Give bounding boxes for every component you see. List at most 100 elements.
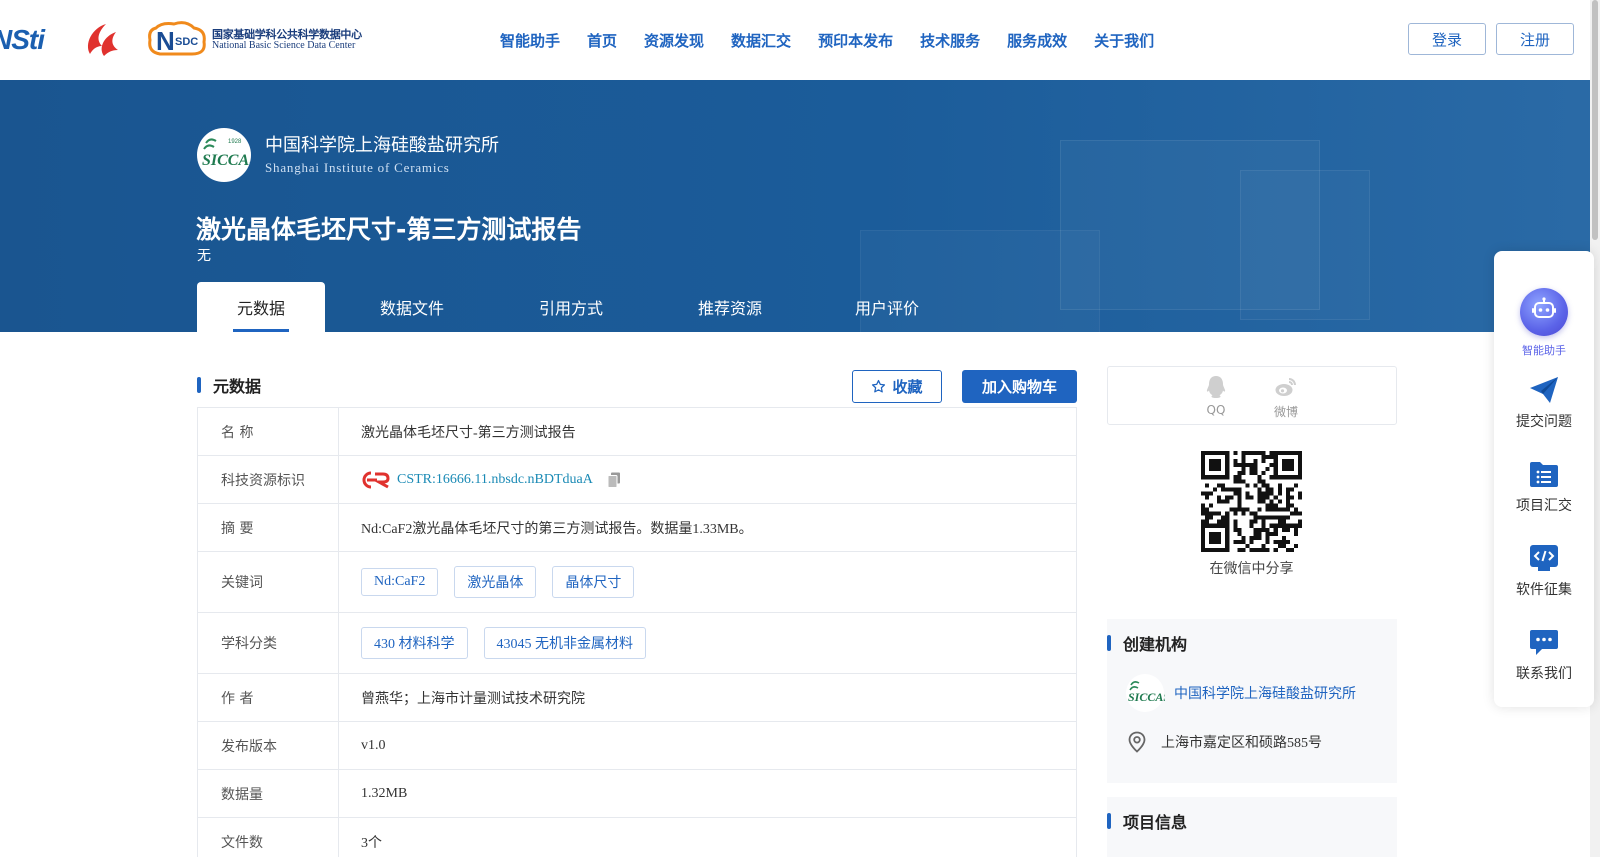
wechat-qr-code (1201, 451, 1302, 552)
nsdc-logo[interactable]: N SDC 国家基础学科公共科学数据中心 National Basic Scie… (146, 20, 362, 60)
nsdc-name-en: National Basic Science Data Center (212, 39, 356, 51)
dataset-title: 激光晶体毛坯尺寸-第三方测试报告 (196, 215, 582, 244)
table-row: 作 者 曾燕华；上海市计量测试技术研究院 (198, 674, 1076, 722)
robot-icon (1520, 288, 1568, 336)
table-row: 文件数 3个 (198, 818, 1076, 857)
svg-text:1928: 1928 (228, 139, 242, 145)
star-icon (872, 379, 886, 393)
nav-resource-discovery[interactable]: 资源发现 (644, 30, 704, 51)
tab-recommended[interactable]: 推荐资源 (643, 282, 817, 332)
favorite-label: 收藏 (892, 378, 923, 396)
project-header: 项目信息 (1107, 809, 1187, 833)
float-projects-label: 项目汇交 (1516, 498, 1572, 514)
login-button[interactable]: 登录 (1408, 23, 1486, 55)
nstl-logo[interactable]: NSti (0, 20, 68, 60)
creator-title: 创建机构 (1123, 635, 1188, 654)
table-row: 名 称 激光晶体毛坯尺寸-第三方测试报告 (198, 408, 1076, 456)
section-accent-bar (197, 377, 201, 393)
row-label: 文件数 (198, 818, 339, 857)
wechat-share-caption: 在微信中分享 (1209, 561, 1294, 577)
keyword-tag[interactable]: 晶体尺寸 (552, 566, 635, 598)
creator-org: SICCAS 中国科学院上海硅酸盐研究所 (1125, 673, 1356, 713)
weibo-icon (1275, 378, 1296, 396)
table-row: 摘 要 Nd:CaF2激光晶体毛坯尺寸的第三方测试报告。数据量1.33MB。 (198, 504, 1076, 552)
float-software-label: 软件征集 (1516, 582, 1572, 598)
float-project-submission[interactable]: 项目汇交 (1494, 459, 1594, 515)
row-label: 关键词 (198, 552, 339, 612)
row-value: 曾燕华；上海市计量测试技术研究院 (361, 691, 585, 707)
row-value: 激光晶体毛坯尺寸-第三方测试报告 (361, 425, 576, 441)
float-contact-us[interactable]: 联系我们 (1494, 627, 1594, 683)
row-label: 学科分类 (198, 613, 339, 673)
cstr-logo-icon (362, 471, 390, 488)
tab-user-reviews[interactable]: 用户评价 (817, 282, 957, 332)
creator-address: 上海市嘉定区和硕路585号 (1127, 731, 1322, 753)
metadata-table: 名 称 激光晶体毛坯尺寸-第三方测试报告 科技资源标识 CSTR:16666.1… (197, 407, 1077, 857)
location-pin-icon (1128, 731, 1146, 753)
nav-service-results[interactable]: 服务成效 (1007, 30, 1067, 51)
row-value: 3个 (361, 835, 382, 851)
cstr-link[interactable]: CSTR:16666.11.nbsdc.nBDTduaA (397, 472, 593, 488)
nav-about-us[interactable]: 关于我们 (1094, 30, 1154, 51)
table-row: 关键词 Nd:CaF2 激光晶体 晶体尺寸 (198, 552, 1076, 613)
row-label: 摘 要 (198, 504, 339, 551)
share-box: QQ 微博 (1107, 366, 1397, 425)
metadata-section-header: 元数据 (197, 373, 261, 397)
nav-ai-assistant[interactable]: 智能助手 (500, 30, 560, 51)
row-value: 430 材料科学 43045 无机非金属材料 (339, 613, 1076, 673)
institution-logo[interactable]: SICCAS 1928 (197, 128, 251, 182)
project-panel: 项目信息 (1107, 797, 1397, 857)
float-contact-label: 联系我们 (1516, 666, 1572, 682)
share-qq-button[interactable]: QQ (1196, 375, 1236, 417)
nsdc-badge-icon: N SDC (148, 21, 206, 56)
float-software-collection[interactable]: 软件征集 (1494, 543, 1594, 599)
row-label: 发布版本 (198, 722, 339, 769)
qq-icon (1206, 376, 1226, 398)
row-value: 1.32MB (361, 785, 408, 801)
svg-text:SICCAS: SICCAS (1128, 690, 1165, 704)
keyword-tag[interactable]: 激光晶体 (454, 566, 537, 598)
table-row: 学科分类 430 材料科学 43045 无机非金属材料 (198, 613, 1076, 674)
keyword-tag[interactable]: Nd:CaF2 (361, 568, 439, 596)
table-row: 发布版本 v1.0 (198, 722, 1076, 770)
table-row: 数据量 1.32MB (198, 770, 1076, 818)
row-value: Nd:CaF2 激光晶体 晶体尺寸 (339, 552, 1076, 612)
float-ai-assistant[interactable]: 智能助手 (1494, 288, 1594, 358)
section-accent-bar (1107, 813, 1111, 829)
top-header: NSti N SDC 国家基础学科公共科学数据中心 National Basic… (0, 0, 1590, 80)
share-weibo-button[interactable]: 微博 (1266, 375, 1306, 420)
register-button[interactable]: 注册 (1496, 23, 1574, 55)
siccas-logo-icon: SICCAS (1126, 674, 1165, 712)
chat-bubble-icon (1530, 630, 1558, 655)
tab-citation[interactable]: 引用方式 (499, 282, 643, 332)
page-scrollbar-thumb[interactable] (1592, 0, 1598, 240)
main-nav: 智能助手 首页 资源发现 数据汇交 预印本发布 技术服务 服务成效 关于我们 (500, 0, 1181, 80)
svg-text:N: N (156, 26, 175, 56)
code-icon (1530, 545, 1558, 571)
add-to-cart-button[interactable]: 加入购物车 (962, 370, 1077, 403)
institution-name-en: Shanghai Institute of Ceramics (265, 160, 450, 175)
subject-tag[interactable]: 430 材料科学 (361, 627, 468, 659)
row-label: 作 者 (198, 674, 339, 721)
favorite-button[interactable]: 收藏 (852, 370, 942, 403)
creator-org-link[interactable]: 中国科学院上海硅酸盐研究所 (1174, 683, 1356, 703)
svg-text:SICCAS: SICCAS (202, 152, 250, 169)
institution-name[interactable]: 中国科学院上海硅酸盐研究所 (265, 131, 499, 157)
nav-preprint[interactable]: 预印本发布 (818, 30, 893, 51)
nav-data-submission[interactable]: 数据汇交 (731, 30, 791, 51)
copy-icon[interactable] (607, 472, 621, 488)
project-title: 项目信息 (1123, 813, 1188, 832)
subject-tag[interactable]: 43045 无机非金属材料 (483, 627, 646, 659)
tab-data-files[interactable]: 数据文件 (325, 282, 499, 332)
creator-panel: 创建机构 SICCAS 中国科学院上海硅酸盐研究所 上海市嘉定区和硕路585号 (1107, 619, 1397, 783)
red-swirl-logo[interactable] (82, 20, 126, 60)
nav-tech-services[interactable]: 技术服务 (920, 30, 980, 51)
float-submit-question[interactable]: 提交问题 (1494, 375, 1594, 431)
section-accent-bar (1107, 635, 1111, 651)
creator-header: 创建机构 (1107, 631, 1187, 655)
tab-metadata[interactable]: 元数据 (197, 282, 325, 332)
nsdc-name-cn: 国家基础学科公共科学数据中心 (212, 27, 362, 41)
dataset-subtitle: 无 (197, 248, 211, 264)
nav-home[interactable]: 首页 (587, 30, 617, 51)
creator-address-text: 上海市嘉定区和硕路585号 (1161, 736, 1322, 751)
